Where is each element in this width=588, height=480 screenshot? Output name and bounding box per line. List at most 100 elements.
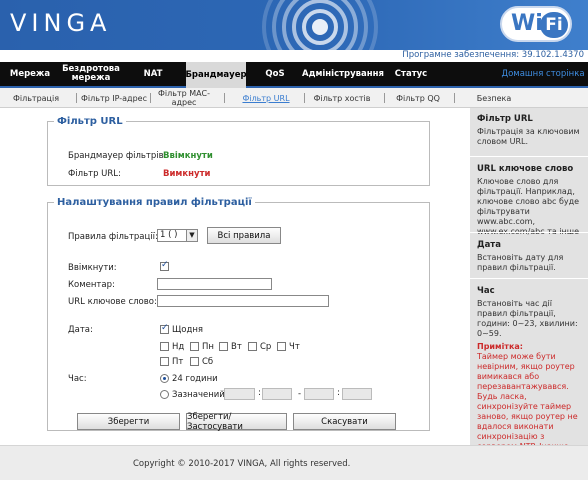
help-section-time: Час Встановіть час дії правил фільтрації… xyxy=(470,280,588,445)
day-mon-checkbox[interactable] xyxy=(190,342,199,351)
time-custom-radio[interactable] xyxy=(160,390,169,399)
help-text: Встановіть дату для правил фільтрації. xyxy=(477,253,564,272)
firewall-filter-label: Брандмауер фільтрів: xyxy=(68,151,167,161)
time-label: Час: xyxy=(68,374,87,384)
subnav-security[interactable]: Безпека xyxy=(466,88,522,108)
help-section-keyword: URL ключове слово Ключове слово для філь… xyxy=(470,158,588,237)
start-minute-input[interactable] xyxy=(262,388,292,400)
time-24h-label: 24 години xyxy=(172,374,218,384)
time-dash: - xyxy=(298,389,302,399)
nav-wireless[interactable]: Бездротова мережа xyxy=(60,62,122,86)
day-fri-checkbox[interactable] xyxy=(160,357,169,366)
day-tue-checkbox[interactable] xyxy=(219,342,228,351)
day-wed-label: Ср xyxy=(260,342,272,352)
filter-rules-panel: Налаштування правил фільтрації Правила ф… xyxy=(47,197,430,432)
save-apply-button[interactable]: Зберегти/Застосувати xyxy=(186,412,287,432)
footer: Copyright © 2010-2017 VINGA, All rights … xyxy=(0,445,588,480)
nav-firewall[interactable]: Брандмауер xyxy=(185,62,247,88)
day-sun-checkbox[interactable] xyxy=(160,342,169,351)
time-colon: : xyxy=(337,388,340,398)
time-custom-label: Зазначений xyxy=(172,390,225,400)
comment-label: Коментар: xyxy=(68,280,115,290)
help-title: URL ключове слово xyxy=(477,164,574,174)
subnav-divider xyxy=(150,93,151,103)
help-section-url-filter: Фільтр URL Фільтрація за ключовим словом… xyxy=(470,108,588,147)
main-content: Фільтр URL Брандмауер фільтрів: Ввімкнут… xyxy=(0,108,470,445)
header-banner: VINGA Wi Fi xyxy=(0,0,588,50)
rule-select-label: Правила фільтрації: xyxy=(68,232,158,242)
url-keyword-label: URL ключове слово: xyxy=(68,297,157,307)
daily-label: Щодня xyxy=(172,325,204,335)
url-filter-panel: Фільтр URL Брандмауер фільтрів: Ввімкнут… xyxy=(47,116,430,186)
all-rules-button[interactable]: Всі правила xyxy=(207,227,281,244)
nav-network[interactable]: Мережа xyxy=(4,62,56,86)
help-title: Час xyxy=(477,286,495,296)
save-button[interactable]: Зберегти xyxy=(77,413,180,430)
end-hour-input[interactable] xyxy=(304,388,334,400)
wifi-logo-wi: Wi xyxy=(511,11,543,36)
help-text: Ключове слово для фільтрації. Наприклад,… xyxy=(477,177,580,236)
sub-navigation: Фільтрація Фільтр IP-адрес Фільтр MAC-ад… xyxy=(0,88,588,108)
help-text: Встановіть час дії правил фільтрації, го… xyxy=(477,299,578,338)
subnav-divider xyxy=(304,93,305,103)
help-divider xyxy=(470,232,588,233)
rule-select[interactable]: 1 ( ) ▼ xyxy=(157,229,198,242)
nav-nat[interactable]: NAT xyxy=(130,62,176,86)
help-title: Фільтр URL xyxy=(477,114,533,124)
subnav-host-filter[interactable]: Фільтр хостів xyxy=(308,88,376,108)
subnav-divider xyxy=(76,93,77,103)
day-fri-label: Пт xyxy=(172,357,184,367)
nav-administration[interactable]: Адміністрування xyxy=(300,62,386,86)
date-label: Дата: xyxy=(68,325,93,335)
subnav-qq-filter[interactable]: Фільтр QQ xyxy=(390,88,446,108)
url-filter-status[interactable]: Вимкнути xyxy=(163,169,210,179)
help-note-title: Примітка: xyxy=(477,342,523,351)
url-filter-label: Фільтр URL: xyxy=(68,169,121,179)
help-section-date: Дата Встановіть дату для правил фільтрац… xyxy=(470,234,588,273)
subnav-divider xyxy=(454,93,455,103)
subnav-divider xyxy=(384,93,385,103)
help-sidebar: Фільтр URL Фільтрація за ключовим словом… xyxy=(470,108,588,445)
end-minute-input[interactable] xyxy=(342,388,372,400)
subnav-divider xyxy=(224,93,225,103)
firmware-version: Програмне забезпечення: 39.102.1.4370 xyxy=(402,50,584,60)
firewall-filter-status[interactable]: Ввімкнути xyxy=(163,151,213,161)
day-sat-checkbox[interactable] xyxy=(190,357,199,366)
day-thu-checkbox[interactable] xyxy=(277,342,286,351)
top-navigation: Мережа Бездротова мережа NAT Брандмауер … xyxy=(0,62,588,88)
filter-rules-legend: Налаштування правил фільтрації xyxy=(57,197,252,208)
help-note-text: Таймер може бути невірним, якщо роутер в… xyxy=(477,352,578,445)
enable-checkbox[interactable] xyxy=(160,260,169,271)
day-sun-label: Нд xyxy=(172,342,185,352)
day-tue-label: Вт xyxy=(231,342,242,352)
day-thu-label: Чт xyxy=(289,342,300,352)
wireless-waves-graphic xyxy=(262,0,378,50)
day-wed-checkbox[interactable] xyxy=(248,342,257,351)
copyright-text: Copyright © 2010-2017 VINGA, All rights … xyxy=(133,459,351,469)
time-colon: : xyxy=(258,388,261,398)
daily-checkbox[interactable] xyxy=(160,323,169,334)
enable-label: Ввімкнути: xyxy=(68,263,117,273)
help-divider xyxy=(470,156,588,157)
subnav-ip-filter[interactable]: Фільтр IP-адрес xyxy=(80,88,148,108)
cancel-button[interactable]: Скасувати xyxy=(293,413,396,430)
start-hour-input[interactable] xyxy=(224,388,255,400)
url-keyword-input[interactable] xyxy=(157,295,329,307)
time-24h-radio[interactable] xyxy=(160,374,169,383)
comment-input[interactable] xyxy=(157,278,272,290)
wifi-logo: Wi Fi xyxy=(500,6,572,42)
subnav-url-filter[interactable]: Фільтр URL xyxy=(236,88,296,108)
nav-home-page[interactable]: Домашня сторінка xyxy=(500,62,586,86)
chevron-down-icon: ▼ xyxy=(186,230,197,241)
rule-select-value: 1 ( ) xyxy=(160,230,178,240)
nav-status[interactable]: Статус xyxy=(390,62,432,86)
help-text: Фільтрація за ключовим словом URL. xyxy=(477,127,580,146)
day-mon-label: Пн xyxy=(202,342,214,352)
subnav-mac-filter[interactable]: Фільтр MAC-адрес xyxy=(154,88,214,108)
brand-logo: VINGA xyxy=(10,9,112,37)
subnav-filtering[interactable]: Фільтрація xyxy=(6,88,66,108)
help-divider xyxy=(470,278,588,279)
firmware-strip: Програмне забезпечення: 39.102.1.4370 xyxy=(0,50,588,62)
nav-qos[interactable]: QoS xyxy=(254,62,296,86)
help-title: Дата xyxy=(477,240,501,250)
